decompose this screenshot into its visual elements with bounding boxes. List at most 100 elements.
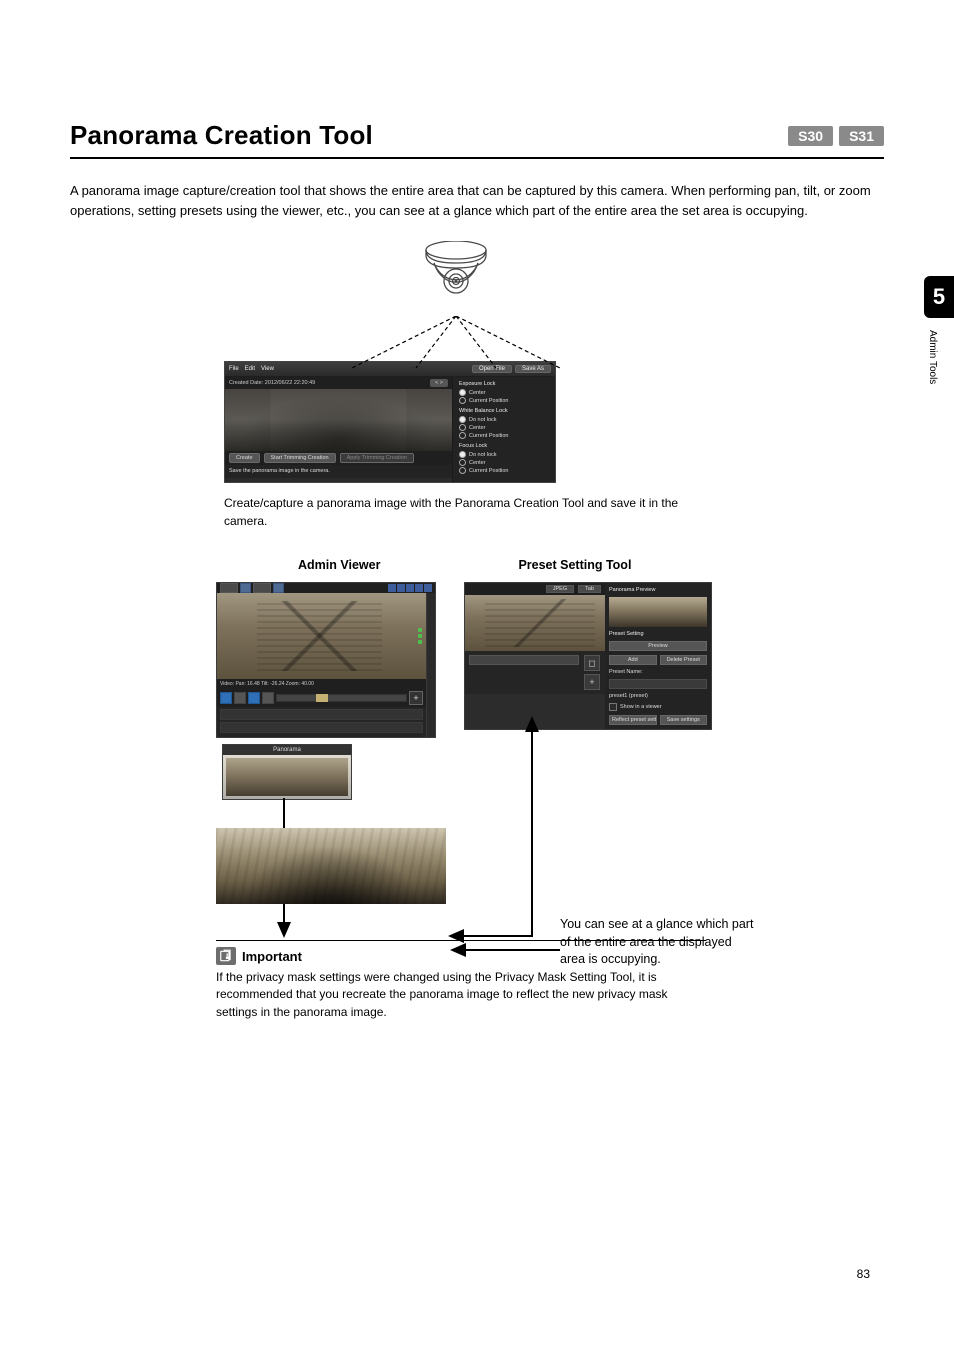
av-dropdown-2[interactable]	[253, 583, 271, 593]
radio-icon[interactable]	[459, 467, 466, 474]
admin-viewer-status: Video: Pan: 16.48 Tilt: -26.24 Zoom: 40.…	[217, 679, 426, 689]
preset-tab-1[interactable]: JPEG	[546, 585, 574, 593]
admin-viewer-bottom	[217, 707, 426, 737]
start-trim-button[interactable]: Start Trimming Creation	[264, 453, 336, 463]
created-date-label: Created Date: 2012/06/22 22:20:49	[229, 380, 315, 386]
preset-view-image[interactable]	[465, 595, 605, 651]
admin-viewer-toolbar	[217, 583, 435, 593]
preset-pano-thumb[interactable]	[609, 597, 707, 627]
preset-setting-label: Preset Setting	[609, 631, 707, 637]
radio-icon[interactable]	[459, 397, 466, 404]
delete-preset-button[interactable]: Delete Preset	[660, 655, 708, 665]
preset-name-field[interactable]	[609, 679, 707, 689]
reflect-button[interactable]: Reflect preset settings	[609, 715, 657, 725]
preset-tool-panel: JPEG Tab ◻ +	[464, 582, 712, 730]
figure-caption: Create/capture a panorama image with the…	[224, 495, 699, 530]
menu-file[interactable]: File	[229, 366, 239, 372]
panorama-tool-window: File Edit View Open File Save As Created…	[224, 361, 556, 483]
av-square-icon[interactable]	[406, 584, 414, 592]
control-btn-icon[interactable]	[234, 692, 246, 704]
preset-dropdown[interactable]	[469, 655, 579, 665]
wb-nolock[interactable]: Do not lock	[469, 417, 497, 423]
wb-lock-title: White Balance Lock	[459, 408, 551, 414]
important-text: If the privacy mask settings were change…	[216, 969, 706, 1021]
intro-paragraph: A panorama image capture/creation tool t…	[70, 181, 884, 221]
av-dropdown-1[interactable]	[220, 583, 238, 593]
av-field[interactable]	[220, 722, 423, 733]
ctrl-square-icon[interactable]: ◻	[584, 655, 600, 671]
preset-name-value: preset1 (preset)	[609, 693, 707, 699]
section-title-bar: Panorama Creation Tool S30 S31	[70, 120, 884, 159]
arrow-left-icon	[450, 940, 560, 960]
important-label: Important	[242, 949, 302, 964]
preset-tabs: JPEG Tab	[465, 583, 605, 595]
av-square-icon[interactable]	[424, 584, 432, 592]
scrollbar[interactable]	[426, 593, 435, 737]
add-button[interactable]: Add	[609, 655, 657, 665]
control-btn-icon[interactable]	[220, 692, 232, 704]
save-settings-button[interactable]: Save settings	[660, 715, 708, 725]
av-square-icon[interactable]	[415, 584, 423, 592]
av-field[interactable]	[220, 709, 423, 720]
admin-viewer-label: Admin Viewer	[298, 558, 380, 572]
slider-track[interactable]	[276, 694, 407, 702]
admin-viewer-panel: Video: Pan: 16.48 Tilt: -26.24 Zoom: 40.…	[216, 582, 436, 800]
pano-preview-title: Panorama Preview	[609, 587, 707, 593]
preset-side-panel: Panorama Preview Preset Setting Preview …	[605, 583, 711, 729]
focus-center[interactable]: Center	[469, 460, 486, 466]
wb-current[interactable]: Current Position	[469, 433, 508, 439]
focus-current[interactable]: Current Position	[469, 468, 508, 474]
preset-lower-controls: ◻ +	[465, 651, 605, 694]
create-button[interactable]: Create	[229, 453, 260, 463]
focus-nolock[interactable]: Do not lock	[469, 452, 497, 458]
model-badges: S30 S31	[788, 126, 884, 146]
camera-icon	[421, 241, 491, 319]
page-number: 83	[857, 1267, 870, 1281]
av-square-icon[interactable]	[388, 584, 396, 592]
admin-viewer-controls: +	[217, 689, 426, 707]
av-square-icon[interactable]	[397, 584, 405, 592]
chapter-number: 5	[933, 284, 945, 310]
control-btn-icon[interactable]	[248, 692, 260, 704]
pano-nav-arrows[interactable]: < >	[430, 379, 448, 387]
control-btn-icon[interactable]	[262, 692, 274, 704]
preset-name-label: Preset Name:	[609, 669, 707, 675]
exposure-center[interactable]: Center	[469, 390, 486, 396]
arrow-corner-icon	[448, 802, 538, 950]
av-tool-icon[interactable]	[273, 583, 284, 593]
radio-icon[interactable]	[459, 424, 466, 431]
pano-settings-panel: Exposure Lock Center Current Position Wh…	[452, 377, 555, 482]
exposure-current[interactable]: Current Position	[469, 398, 508, 404]
view-cone-icon	[346, 316, 566, 371]
plus-icon[interactable]: +	[584, 674, 600, 690]
save-hint-text: Save the panorama image in the camera.	[225, 465, 452, 478]
panorama-output-image	[216, 828, 446, 904]
chapter-label: Admin Tools	[927, 330, 938, 384]
radio-icon[interactable]	[459, 432, 466, 439]
radio-icon[interactable]	[459, 451, 466, 458]
mini-pano-title: Panorama	[223, 745, 351, 755]
radio-icon[interactable]	[459, 389, 466, 396]
badge-s30: S30	[788, 126, 833, 146]
pano-footer: Create Start Trimming Creation Apply Tri…	[225, 451, 452, 465]
radio-icon[interactable]	[459, 416, 466, 423]
badge-s31: S31	[839, 126, 884, 146]
mini-pano-image[interactable]	[223, 755, 351, 799]
apply-trim-button[interactable]: Apply Trimming Creation	[340, 453, 414, 463]
menu-view[interactable]: View	[261, 366, 274, 372]
wb-center[interactable]: Center	[469, 425, 486, 431]
radio-icon[interactable]	[459, 459, 466, 466]
slider-thumb[interactable]	[316, 694, 328, 702]
show-in-viewer-label[interactable]: Show in a viewer	[620, 704, 662, 710]
preview-button[interactable]: Preview	[609, 641, 707, 651]
status-indicator-icon	[418, 628, 422, 644]
exposure-lock-title: Exposure Lock	[459, 381, 551, 387]
av-tool-icon[interactable]	[240, 583, 251, 593]
plus-icon[interactable]: +	[409, 691, 423, 705]
checkbox-icon[interactable]	[609, 703, 617, 711]
panorama-preview-image	[225, 389, 452, 451]
menu-edit[interactable]: Edit	[245, 366, 255, 372]
preset-tab-2[interactable]: Tab	[578, 585, 601, 593]
admin-viewer-video[interactable]	[217, 593, 426, 679]
important-icon	[216, 947, 236, 965]
